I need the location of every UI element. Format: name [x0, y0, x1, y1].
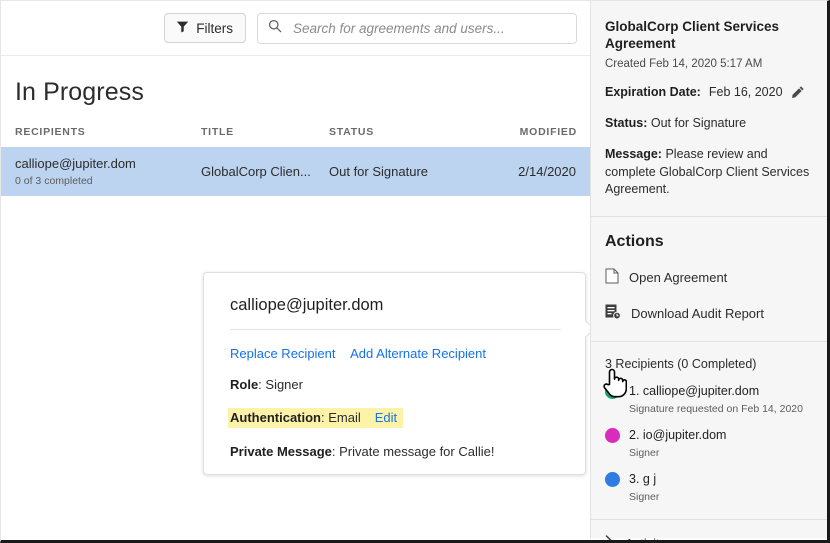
download-audit-report-action[interactable]: Download Audit Report: [605, 304, 814, 341]
cell-modified: 2/14/2020: [518, 164, 576, 179]
agreement-created: Created Feb 14, 2020 5:17 AM: [605, 57, 763, 70]
search-box[interactable]: [257, 12, 577, 44]
funnel-icon: [176, 20, 189, 36]
toolbar: Filters: [1, 1, 590, 56]
recipient-item-3[interactable]: 3. g j Signer: [605, 470, 814, 503]
actions-heading: Actions: [605, 233, 664, 250]
recipient-item-1[interactable]: 1. calliope@jupiter.dom Signature reques…: [605, 382, 814, 415]
rail-actions-section: Actions Open Agreement Download Audit Re…: [591, 217, 827, 341]
popup-recipient-email: calliope@jupiter.dom: [230, 296, 561, 330]
table-header-row: RECIPIENTS TITLE STATUS MODIFIED: [1, 126, 590, 147]
recipient-detail-popup: calliope@jupiter.dom Replace Recipient A…: [203, 272, 595, 475]
avatar: [605, 472, 620, 487]
recipient-meta: Signer: [629, 491, 660, 503]
cell-recipients: calliope@jupiter.dom 0 of 3 completed: [15, 156, 201, 187]
popup-auth-label: Authentication: [230, 410, 321, 425]
detail-rail: GlobalCorp Client Services Agreement Cre…: [590, 1, 827, 540]
popup-role-value: : Signer: [258, 377, 303, 392]
popup-auth-value: : Email: [321, 410, 361, 425]
recipients-heading: 3 Recipients (0 Completed): [605, 357, 757, 371]
pencil-icon[interactable]: [791, 85, 805, 99]
activity-label: Activity: [625, 535, 667, 543]
column-header-modified: MODIFIED: [519, 126, 577, 138]
recipient-name: 2. io@jupiter.dom: [629, 428, 727, 442]
message-label: Message:: [605, 147, 662, 162]
download-audit-report-label: Download Audit Report: [631, 306, 764, 321]
status-value: Out for Signature: [647, 116, 747, 130]
activity-section-toggle[interactable]: Activity: [591, 520, 827, 543]
recipient-name: 1. calliope@jupiter.dom: [629, 384, 760, 398]
main-content: Filters In Progress RECIPIENTS TITLE STA…: [1, 1, 595, 538]
add-alternate-recipient-link[interactable]: Add Alternate Recipient: [350, 346, 486, 361]
popup-body: calliope@jupiter.dom Replace Recipient A…: [204, 273, 585, 459]
open-agreement-action[interactable]: Open Agreement: [605, 268, 814, 287]
cell-status: Out for Signature: [329, 164, 428, 179]
open-agreement-label: Open Agreement: [629, 270, 728, 285]
popup-private-label: Private Message: [230, 444, 332, 459]
row-recipient-email: calliope@jupiter.dom: [15, 155, 136, 171]
search-input[interactable]: [291, 19, 566, 37]
cell-title: GlobalCorp Clien...: [201, 164, 311, 179]
recipient-meta: Signature requested on Feb 14, 2020: [629, 403, 803, 415]
popup-role-row: Role: Signer: [230, 377, 561, 392]
document-icon: [605, 268, 619, 287]
filters-button-label: Filters: [196, 20, 233, 36]
replace-recipient-link[interactable]: Replace Recipient: [230, 346, 336, 361]
expiration-row: Expiration Date: Feb 16, 2020: [605, 84, 814, 101]
avatar: [605, 428, 620, 443]
app-window: Filters In Progress RECIPIENTS TITLE STA…: [0, 0, 830, 543]
expiration-value: Feb 16, 2020: [708, 84, 783, 99]
column-header-title: TITLE: [201, 126, 234, 138]
filters-button[interactable]: Filters: [164, 13, 246, 43]
agreements-table: RECIPIENTS TITLE STATUS MODIFIED calliop…: [1, 126, 590, 196]
expiration-label: Expiration Date:: [605, 84, 701, 99]
rail-summary-section: GlobalCorp Client Services Agreement Cre…: [591, 1, 827, 216]
popup-private-value: : Private message for Callie!: [331, 444, 495, 459]
audit-report-icon: [605, 304, 621, 323]
column-header-status: STATUS: [329, 126, 374, 138]
agreement-title: GlobalCorp Client Services Agreement: [605, 19, 780, 51]
rail-recipients-section: 3 Recipients (0 Completed) 1. calliope@j…: [591, 342, 827, 519]
table-row[interactable]: calliope@jupiter.dom 0 of 3 completed Gl…: [1, 147, 590, 196]
page-title: In Progress: [15, 78, 144, 106]
row-recipient-progress: 0 of 3 completed: [15, 175, 93, 188]
status-row: Status: Out for Signature: [605, 115, 814, 132]
popup-authentication-row: Authentication: Email Edit: [228, 408, 404, 428]
authentication-edit-link[interactable]: Edit: [375, 410, 397, 425]
column-header-recipients: RECIPIENTS: [15, 126, 86, 138]
search-icon: [268, 19, 282, 38]
popup-role-label: Role: [230, 377, 259, 392]
popup-private-message-row: Private Message: Private message for Cal…: [230, 444, 561, 459]
status-label: Status:: [605, 116, 648, 130]
recipient-item-2[interactable]: 2. io@jupiter.dom Signer: [605, 426, 814, 459]
popup-links: Replace Recipient Add Alternate Recipien…: [230, 346, 561, 361]
recipient-name: 3. g j: [629, 472, 657, 486]
chevron-right-icon: [605, 535, 614, 540]
avatar: [605, 384, 620, 399]
message-row: Message: Please review and complete Glob…: [605, 146, 814, 216]
recipient-meta: Signer: [629, 447, 660, 459]
